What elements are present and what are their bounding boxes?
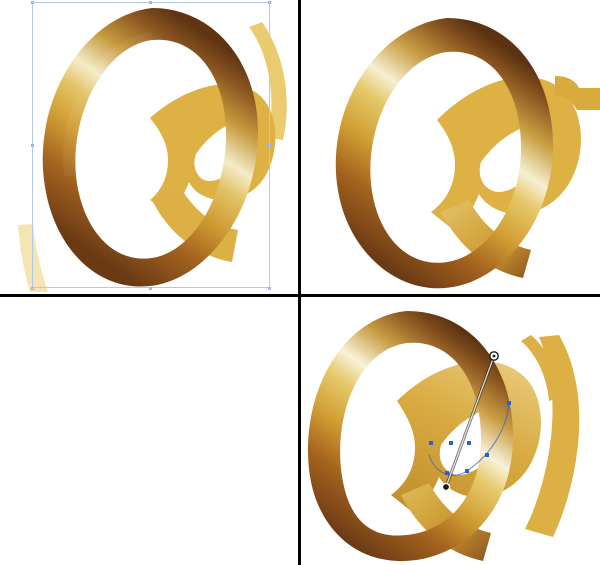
selection-handle[interactable] [31,144,34,147]
selection-handle[interactable] [149,1,152,4]
selection-bounding-box[interactable] [32,2,270,288]
artwork-selected-state [0,0,298,294]
selection-handle[interactable] [31,1,34,4]
selection-handle[interactable] [268,287,271,290]
artwork-gradient-annotator [301,297,600,565]
letter-a-artwork-annotated[interactable] [301,297,600,565]
artwork-gradient-applied [301,0,600,294]
selection-handle[interactable] [31,287,34,290]
selection-handle[interactable] [149,287,152,290]
selection-handle[interactable] [268,144,271,147]
selection-handle[interactable] [268,1,271,4]
gradient-panel-quadrant: ◂◂ ✕ ◇ Gradient [0,297,298,565]
quadrant-divider-vertical [298,0,301,565]
screenshot-root: ◂◂ ✕ ◇ Gradient [0,0,600,565]
quadrant-divider-horizontal [0,294,600,297]
letter-a-artwork-gradient[interactable] [301,0,600,294]
